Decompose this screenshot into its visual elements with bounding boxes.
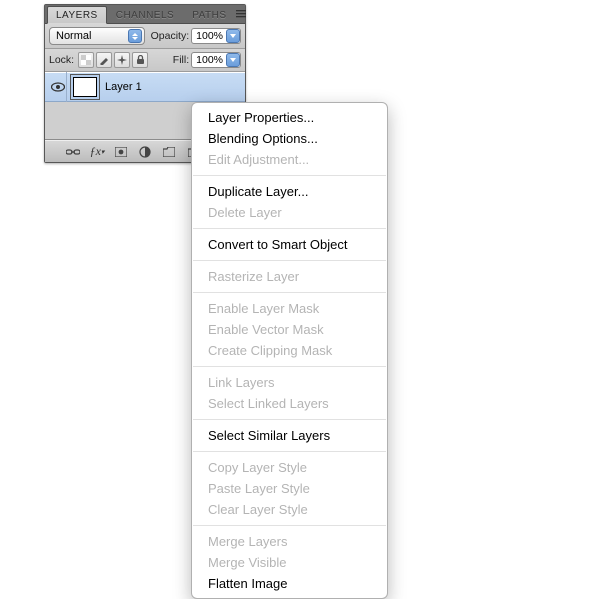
menu-enable-vector-mask: Enable Vector Mask bbox=[192, 319, 387, 340]
lock-pixels-button[interactable] bbox=[96, 52, 112, 68]
menu-separator bbox=[193, 525, 386, 526]
menu-delete-layer: Delete Layer bbox=[192, 202, 387, 223]
group-icon[interactable] bbox=[162, 145, 176, 159]
layer-name[interactable]: Layer 1 bbox=[105, 81, 142, 93]
opacity-input[interactable]: 100% bbox=[191, 28, 241, 44]
adjustment-icon[interactable] bbox=[138, 145, 152, 159]
fill-input[interactable]: 100% bbox=[191, 52, 241, 68]
lock-position-button[interactable] bbox=[114, 52, 130, 68]
layer-context-menu: Layer Properties... Blending Options... … bbox=[191, 102, 388, 599]
caret-down-icon bbox=[226, 29, 240, 43]
blend-opacity-row: Normal Opacity: 100% bbox=[45, 24, 245, 49]
visibility-toggle[interactable] bbox=[49, 72, 67, 102]
panel-flyout-icon[interactable] bbox=[236, 7, 246, 21]
lock-fill-row: Lock: Fill: 100% bbox=[45, 49, 245, 72]
caret-down-icon bbox=[226, 53, 240, 67]
opacity-value: 100% bbox=[196, 30, 223, 42]
menu-copy-layer-style: Copy Layer Style bbox=[192, 457, 387, 478]
lock-transparency-button[interactable] bbox=[78, 52, 94, 68]
menu-select-similar-layers[interactable]: Select Similar Layers bbox=[192, 425, 387, 446]
menu-rasterize-layer: Rasterize Layer bbox=[192, 266, 387, 287]
tab-paths[interactable]: PATHS bbox=[183, 6, 235, 23]
menu-clear-layer-style: Clear Layer Style bbox=[192, 499, 387, 520]
tab-channels[interactable]: CHANNELS bbox=[107, 6, 183, 23]
menu-separator bbox=[193, 260, 386, 261]
eye-icon bbox=[51, 82, 65, 92]
menu-separator bbox=[193, 175, 386, 176]
menu-merge-layers: Merge Layers bbox=[192, 531, 387, 552]
blend-mode-select[interactable]: Normal bbox=[49, 27, 145, 45]
menu-separator bbox=[193, 419, 386, 420]
menu-merge-visible: Merge Visible bbox=[192, 552, 387, 573]
menu-paste-layer-style: Paste Layer Style bbox=[192, 478, 387, 499]
lock-label: Lock: bbox=[49, 54, 74, 66]
menu-blending-options[interactable]: Blending Options... bbox=[192, 128, 387, 149]
mask-icon[interactable] bbox=[114, 145, 128, 159]
menu-select-linked-layers: Select Linked Layers bbox=[192, 393, 387, 414]
menu-link-layers: Link Layers bbox=[192, 372, 387, 393]
tab-layers[interactable]: LAYERS bbox=[47, 6, 107, 24]
menu-create-clipping-mask: Create Clipping Mask bbox=[192, 340, 387, 361]
lock-buttons bbox=[78, 52, 148, 68]
blend-mode-value: Normal bbox=[56, 30, 91, 42]
menu-enable-layer-mask: Enable Layer Mask bbox=[192, 298, 387, 319]
menu-separator bbox=[193, 292, 386, 293]
fill-label: Fill: bbox=[173, 54, 189, 66]
menu-edit-adjustment: Edit Adjustment... bbox=[192, 149, 387, 170]
menu-duplicate-layer[interactable]: Duplicate Layer... bbox=[192, 181, 387, 202]
lock-all-button[interactable] bbox=[132, 52, 148, 68]
menu-separator bbox=[193, 451, 386, 452]
caret-icon bbox=[128, 29, 142, 43]
link-icon[interactable] bbox=[66, 145, 80, 159]
opacity-label: Opacity: bbox=[151, 30, 190, 42]
menu-convert-smart-object[interactable]: Convert to Smart Object bbox=[192, 234, 387, 255]
layer-thumbnail[interactable] bbox=[73, 77, 97, 97]
fill-value: 100% bbox=[196, 54, 223, 66]
layer-row[interactable]: Layer 1 bbox=[45, 72, 245, 102]
menu-separator bbox=[193, 366, 386, 367]
fx-icon[interactable]: ƒx▾ bbox=[90, 145, 104, 159]
menu-separator bbox=[193, 228, 386, 229]
menu-layer-properties[interactable]: Layer Properties... bbox=[192, 107, 387, 128]
panel-tabs: LAYERS CHANNELS PATHS bbox=[45, 5, 245, 24]
